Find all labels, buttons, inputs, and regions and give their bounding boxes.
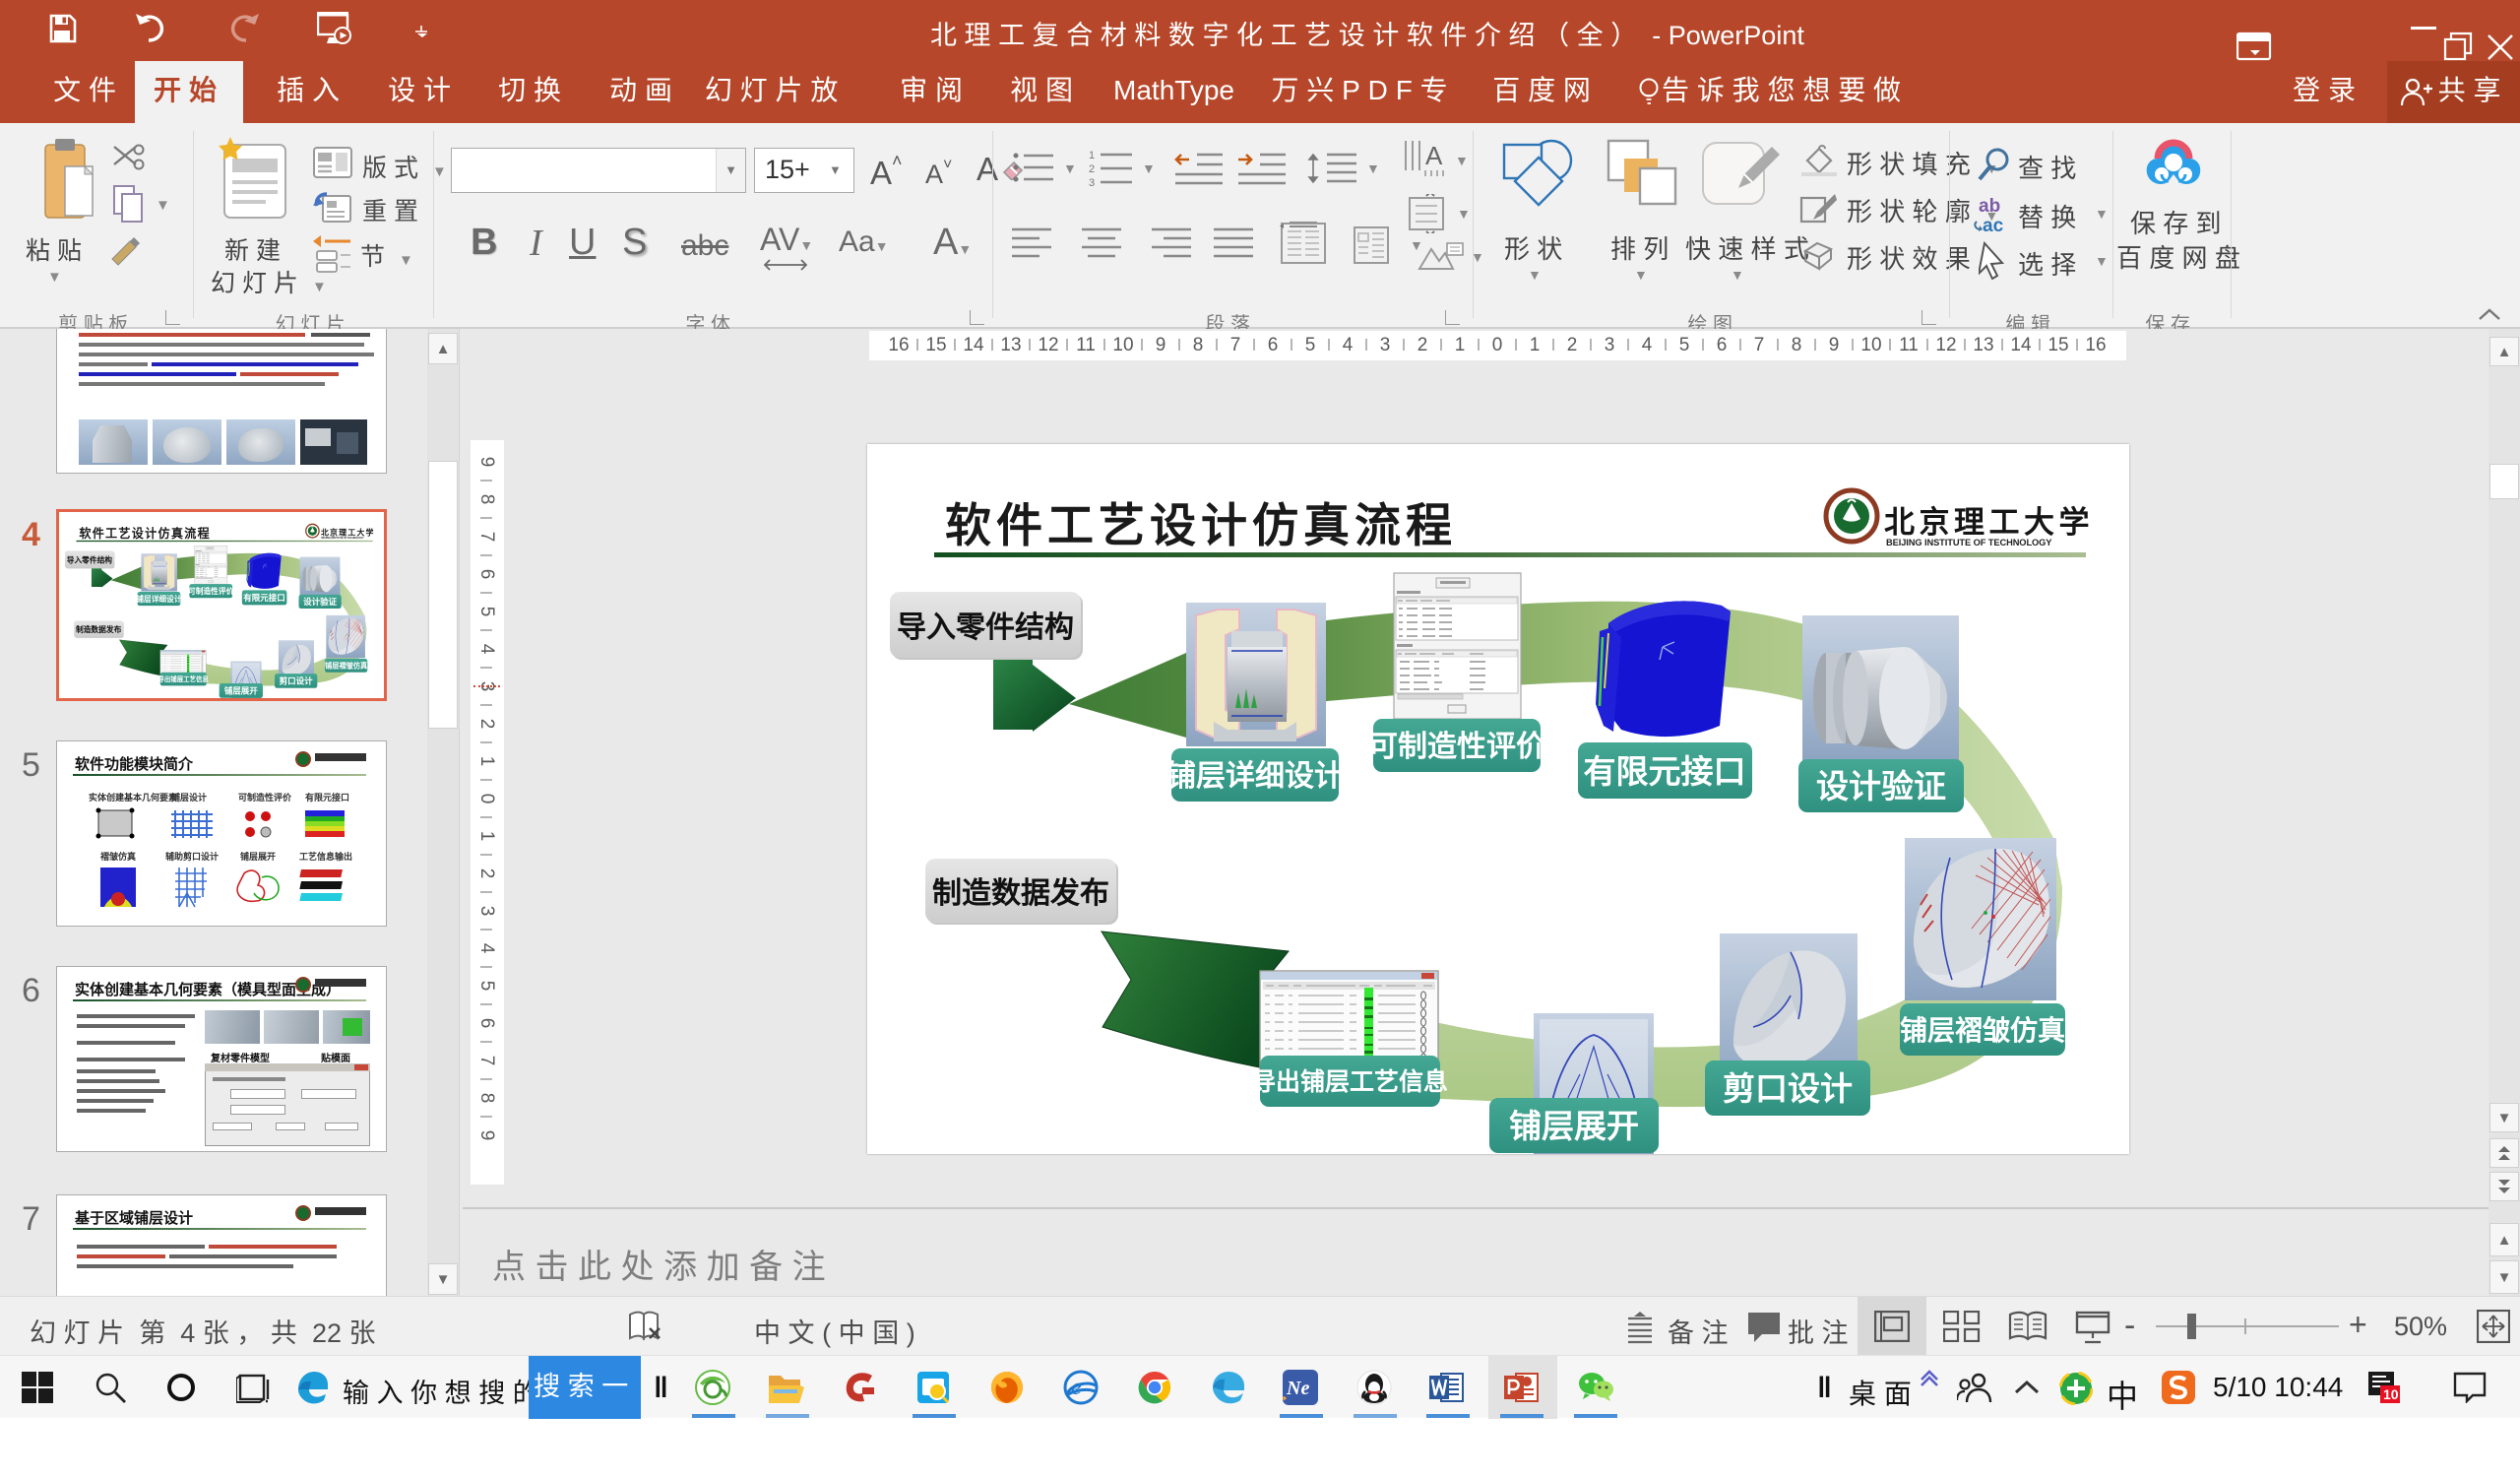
svg-text:10: 10 (2383, 1386, 2399, 1402)
svg-text:3: 3 (1089, 177, 1095, 188)
svg-text:实体创建基本几何要素: 实体创建基本几何要素 (89, 792, 177, 803)
svg-text:e: e (1071, 1375, 1082, 1400)
svg-text:工艺信息输出: 工艺信息输出 (299, 851, 352, 862)
svg-text:有限元接口: 有限元接口 (305, 792, 349, 803)
svg-text:ac: ac (1983, 216, 2004, 235)
svg-text:铺层设计: 铺层设计 (171, 792, 207, 803)
svg-text:铺层展开: 铺层展开 (240, 851, 276, 862)
svg-text:Ne: Ne (1286, 1378, 1309, 1399)
svg-text:ab: ab (1979, 196, 2000, 217)
svg-text:辅助剪口设计: 辅助剪口设计 (165, 851, 219, 862)
svg-text:2: 2 (1089, 163, 1095, 175)
svg-text:A: A (1425, 141, 1443, 170)
svg-text:1: 1 (1089, 150, 1095, 161)
svg-text:可制造性评价: 可制造性评价 (238, 792, 292, 803)
svg-text:褶皱仿真: 褶皱仿真 (100, 851, 136, 862)
